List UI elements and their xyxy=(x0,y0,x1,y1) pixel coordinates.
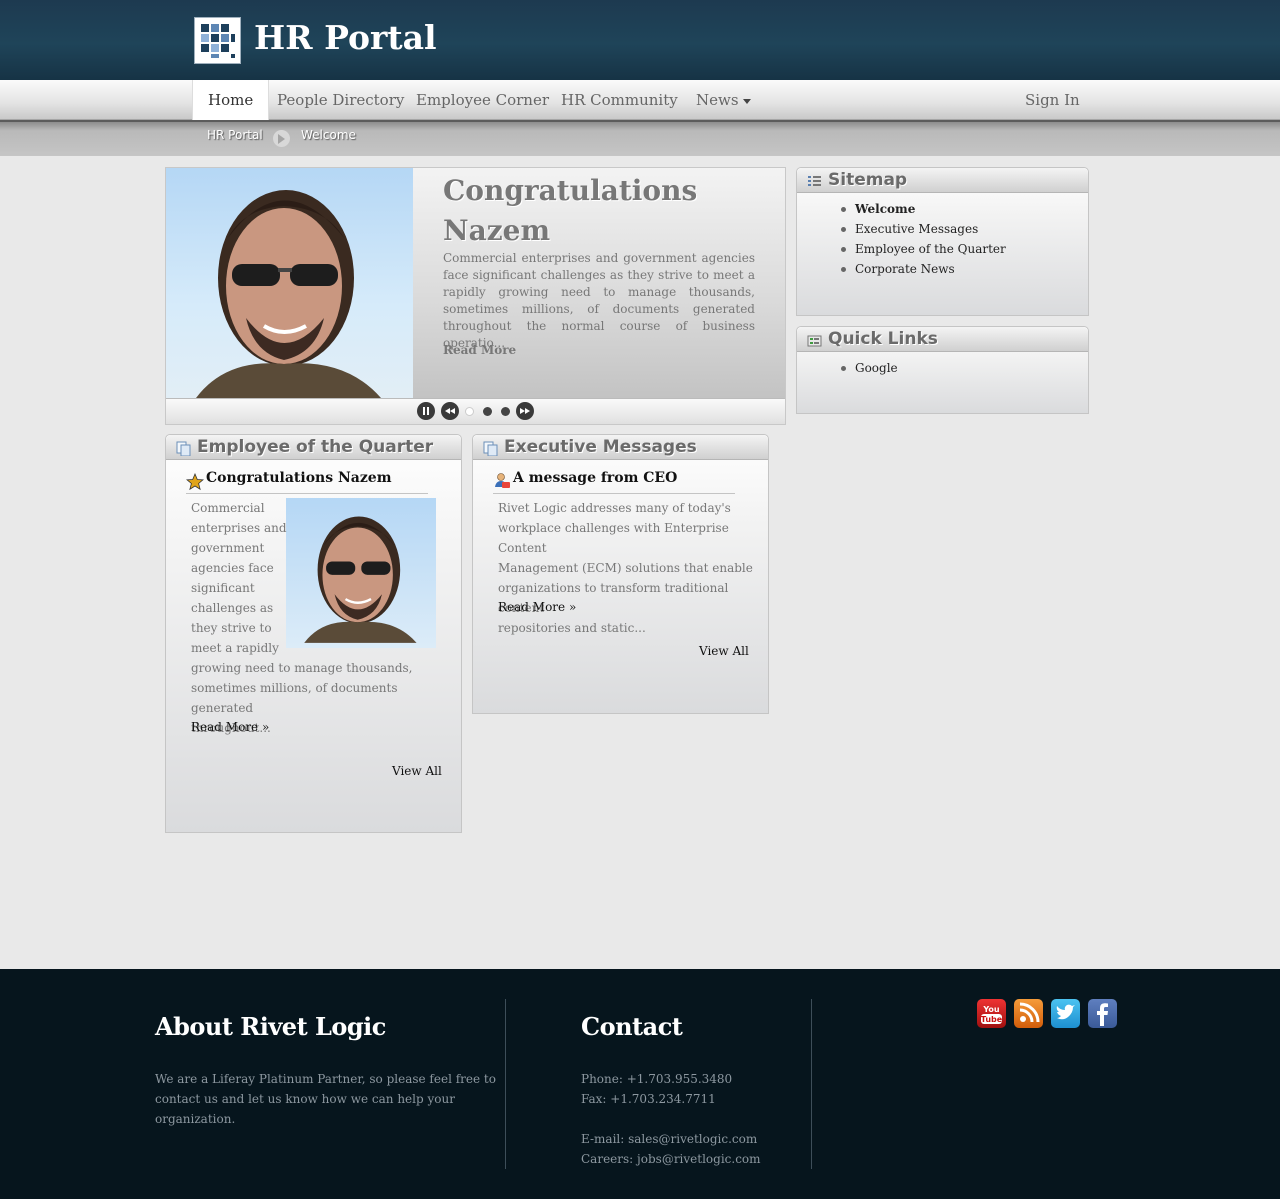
about-text: We are a Liferay Platinum Partner, so pl… xyxy=(155,1069,496,1129)
body-line: agencies face xyxy=(191,561,274,575)
slider-controls xyxy=(166,398,785,424)
body-line: challenges as xyxy=(191,601,274,615)
breadcrumb: HR Portal Welcome xyxy=(0,120,1280,156)
quick-link-google[interactable]: Google xyxy=(841,358,898,378)
slide-dot-3[interactable] xyxy=(501,407,510,416)
executive-read-more-link[interactable]: Read More » xyxy=(498,600,576,614)
about-line: organization. xyxy=(155,1112,236,1126)
nav-news[interactable]: News xyxy=(696,80,751,120)
featured-slider: Congratulations Nazem Commercial enterpr… xyxy=(165,167,786,425)
site-title[interactable]: HR Portal xyxy=(254,18,437,57)
body-line: meet a rapidly xyxy=(191,641,279,655)
body-line: sometimes millions, of documents generat… xyxy=(191,681,398,715)
quick-links-header: Quick Links xyxy=(797,327,1088,352)
nav-hr-community[interactable]: HR Community xyxy=(561,80,678,120)
fast-forward-icon[interactable] xyxy=(516,402,534,420)
divider xyxy=(493,493,735,494)
body-line: they strive to xyxy=(191,621,272,635)
slide-title: Congratulations Nazem xyxy=(443,174,698,247)
contact-fax: Fax: +1.703.234.7711 xyxy=(581,1092,716,1106)
executive-messages-portlet: Executive Messages A message from CEO Ri… xyxy=(472,434,769,714)
slide-read-more-link[interactable]: Read More xyxy=(443,343,516,357)
executive-messages-title: Executive Messages xyxy=(504,437,697,457)
body-line: significant xyxy=(191,581,255,595)
list-icon xyxy=(808,176,821,186)
contact-email[interactable]: E-mail: sales@rivetlogic.com xyxy=(581,1129,761,1149)
rewind-icon[interactable] xyxy=(441,402,459,420)
body-line: growing need to manage thousands, xyxy=(191,661,413,675)
svg-text:Tube: Tube xyxy=(981,1015,1003,1024)
employee-of-quarter-portlet: Employee of the Quarter Congratulations … xyxy=(165,434,462,833)
main-navigation: Home People Directory Employee Corner HR… xyxy=(0,80,1280,120)
body-line: Management (ECM) solutions that enable xyxy=(498,561,753,575)
body-line: repositories and static... xyxy=(498,621,646,635)
site-logo[interactable] xyxy=(194,17,241,64)
executive-view-all-link[interactable]: View All xyxy=(699,644,749,658)
svg-text:You: You xyxy=(982,1005,1000,1014)
quick-links-title: Quick Links xyxy=(828,329,938,349)
body-line: enterprises and xyxy=(191,521,287,535)
nav-people-directory[interactable]: People Directory xyxy=(277,80,404,120)
executive-entry-body: Rivet Logic addresses many of today's wo… xyxy=(498,498,768,638)
executive-entry-title[interactable]: A message from CEO xyxy=(513,470,677,486)
quick-links-list: Google xyxy=(841,358,898,378)
footer-divider xyxy=(811,999,812,1169)
about-line: We are a Liferay Platinum Partner, so pl… xyxy=(155,1072,496,1086)
header: HR Portal xyxy=(0,0,1280,80)
youtube-icon[interactable]: You Tube xyxy=(977,999,1006,1028)
footer: About Rivet Logic We are a Liferay Plati… xyxy=(0,969,1280,1199)
body-line: workplace challenges with Enterprise Con… xyxy=(498,521,729,555)
chevron-down-icon xyxy=(742,98,751,104)
links-icon xyxy=(807,335,822,347)
employee-entry-title[interactable]: Congratulations Nazem xyxy=(206,470,392,486)
employee-view-all-link[interactable]: View All xyxy=(392,764,442,778)
nav-home[interactable]: Home xyxy=(192,80,270,120)
sign-in-link[interactable]: Sign In xyxy=(1025,80,1080,120)
user-message-icon xyxy=(495,473,510,488)
body-line: government xyxy=(191,541,265,555)
documents-icon xyxy=(176,441,191,456)
facebook-icon[interactable] xyxy=(1088,999,1117,1028)
nav-news-label: News xyxy=(696,91,739,109)
slide-body: Commercial enterprises and government ag… xyxy=(443,251,755,350)
slide-photo xyxy=(166,168,413,398)
about-title: About Rivet Logic xyxy=(155,1012,386,1041)
quick-links-portlet: Quick Links Google xyxy=(796,326,1089,414)
contact-title: Contact xyxy=(581,1012,683,1041)
sitemap-item-employee-of-the-quarter[interactable]: Employee of the Quarter xyxy=(841,239,1006,259)
executive-messages-header: Executive Messages xyxy=(473,435,768,460)
slide-dot-1[interactable] xyxy=(465,407,474,416)
sitemap-title: Sitemap xyxy=(828,170,908,190)
sitemap-item-welcome[interactable]: Welcome xyxy=(841,199,1006,219)
contact-info: Phone: +1.703.955.3480 Fax: +1.703.234.7… xyxy=(581,1069,761,1169)
employee-entry-body: Commercial enterprises and government ag… xyxy=(191,498,461,738)
arrow-right-icon xyxy=(273,130,290,147)
about-line: contact us and let us know how we can he… xyxy=(155,1092,455,1106)
footer-divider xyxy=(505,999,506,1169)
breadcrumb-welcome[interactable]: Welcome xyxy=(301,128,356,142)
nav-employee-corner[interactable]: Employee Corner xyxy=(416,80,549,120)
star-icon xyxy=(186,473,204,491)
body-line: Rivet Logic addresses many of today's xyxy=(498,501,731,515)
contact-careers[interactable]: Careers: jobs@rivetlogic.com xyxy=(581,1149,761,1169)
divider xyxy=(186,493,428,494)
documents-icon xyxy=(483,441,498,456)
pause-icon[interactable] xyxy=(417,402,435,420)
employee-read-more-link[interactable]: Read More » xyxy=(191,720,269,734)
sitemap-portlet: Sitemap Welcome Executive Messages Emplo… xyxy=(796,167,1089,316)
slide-dot-2[interactable] xyxy=(483,407,492,416)
twitter-icon[interactable] xyxy=(1051,999,1080,1028)
sitemap-header: Sitemap xyxy=(797,168,1088,193)
employee-of-quarter-title: Employee of the Quarter xyxy=(197,437,434,457)
sitemap-list: Welcome Executive Messages Employee of t… xyxy=(841,199,1006,279)
body-line: Commercial xyxy=(191,501,265,515)
slide-content: Congratulations Nazem Commercial enterpr… xyxy=(413,168,785,398)
blog-rss-icon[interactable] xyxy=(1014,999,1043,1028)
contact-phone: Phone: +1.703.955.3480 xyxy=(581,1072,733,1086)
breadcrumb-hr-portal[interactable]: HR Portal xyxy=(207,128,263,142)
employee-of-quarter-header: Employee of the Quarter xyxy=(166,435,461,460)
sitemap-item-corporate-news[interactable]: Corporate News xyxy=(841,259,1006,279)
sitemap-item-executive-messages[interactable]: Executive Messages xyxy=(841,219,1006,239)
